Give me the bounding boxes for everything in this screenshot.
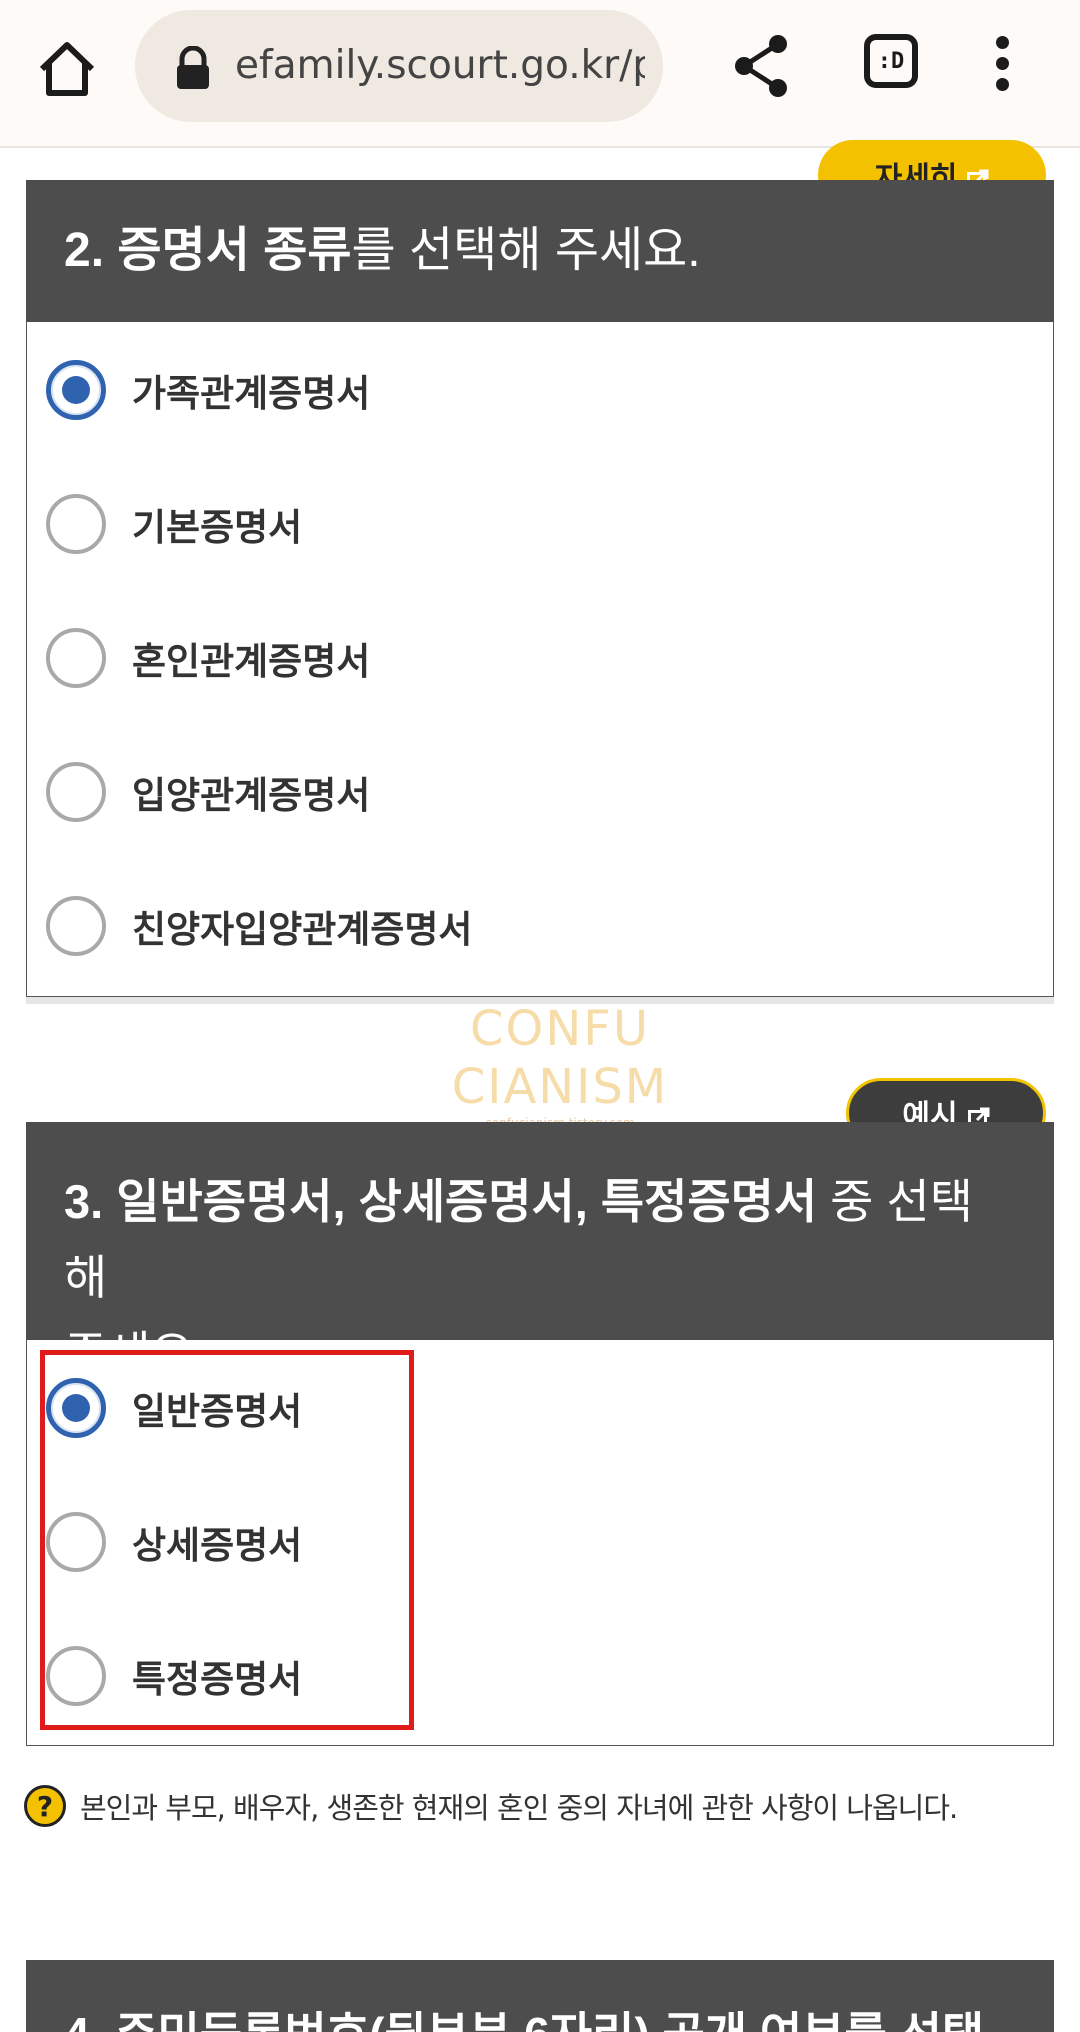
watermark-line2: CIANISM [451, 1059, 669, 1115]
section3-number: 3. [64, 1175, 104, 1228]
radio-button[interactable] [46, 494, 106, 554]
section2-title-normal: 를 선택해 주세요. [351, 224, 701, 277]
radio-button[interactable] [46, 628, 106, 688]
radio-button[interactable] [46, 896, 106, 956]
info-note: ? 본인과 부모, 배우자, 생존한 현재의 혼인 중의 자녀에 관한 사항이 … [24, 1784, 958, 1828]
radio-option-specific[interactable]: 특정증명서 [46, 1636, 302, 1716]
radio-option-family-relation[interactable]: 가족관계증명서 [46, 350, 370, 430]
option-label: 기본증명서 [132, 506, 303, 549]
external-link-icon [967, 1102, 990, 1129]
option-label: 친양자입양관계증명서 [132, 908, 473, 951]
section3-title-strong: 일반증명서, 상세증명서, 특정증명서 [116, 1175, 818, 1228]
section4-header: 4. 주민등록번호(뒷부분 6자리) 공개 여부를 선택해 [26, 1960, 1054, 2032]
option-label: 입양관계증명서 [132, 774, 371, 817]
radio-option-detailed[interactable]: 상세증명서 [46, 1502, 302, 1582]
section4-title: 4. 주민등록번호(뒷부분 6자리) 공개 여부를 선택해 [64, 2008, 984, 2032]
home-icon[interactable] [28, 30, 106, 108]
question-icon: ? [24, 1785, 66, 1827]
share-icon[interactable] [730, 30, 794, 100]
section2-number: 2. [64, 224, 105, 277]
radio-option-marriage[interactable]: 혼인관계증명서 [46, 618, 370, 698]
browser-toolbar: efamily.scourt.go.kr/p :D [0, 0, 1080, 148]
radio-button[interactable] [46, 360, 106, 420]
option-label: 특정증명서 [132, 1658, 303, 1701]
info-text: 본인과 부모, 배우자, 생존한 현재의 혼인 중의 자녀에 관한 사항이 나옵… [80, 1791, 958, 1825]
option-label: 혼인관계증명서 [132, 640, 371, 683]
radio-button[interactable] [46, 762, 106, 822]
radio-option-general[interactable]: 일반증명서 [46, 1368, 302, 1448]
address-bar[interactable]: efamily.scourt.go.kr/p [135, 10, 663, 122]
section2-title-strong: 증명서 종류 [117, 224, 352, 277]
lock-icon [173, 45, 213, 90]
watermark: CONFU CIANISM confucianism.tistory.com [380, 1000, 740, 1130]
section3-header: 3. 일반증명서, 상세증명서, 특정증명서 중 선택해 주세요. [26, 1122, 1054, 1380]
watermark-line1: CONFU [470, 1001, 650, 1057]
radio-option-basic[interactable]: 기본증명서 [46, 484, 302, 564]
option-label: 상세증명서 [132, 1524, 303, 1567]
radio-button[interactable] [46, 1646, 106, 1706]
option-label: 일반증명서 [132, 1390, 303, 1433]
divider [26, 997, 1054, 1004]
tab-switcher-button[interactable]: :D [864, 34, 918, 88]
radio-button[interactable] [46, 1512, 106, 1572]
section2-header: 2. 증명서 종류를 선택해 주세요. [26, 180, 1054, 322]
more-menu-icon[interactable] [982, 30, 1022, 102]
url-text: efamily.scourt.go.kr/p [235, 43, 645, 88]
radio-option-adoption[interactable]: 입양관계증명서 [46, 752, 370, 832]
radio-option-full-adoption[interactable]: 친양자입양관계증명서 [46, 886, 472, 966]
option-label: 가족관계증명서 [132, 372, 371, 415]
radio-button[interactable] [46, 1378, 106, 1438]
